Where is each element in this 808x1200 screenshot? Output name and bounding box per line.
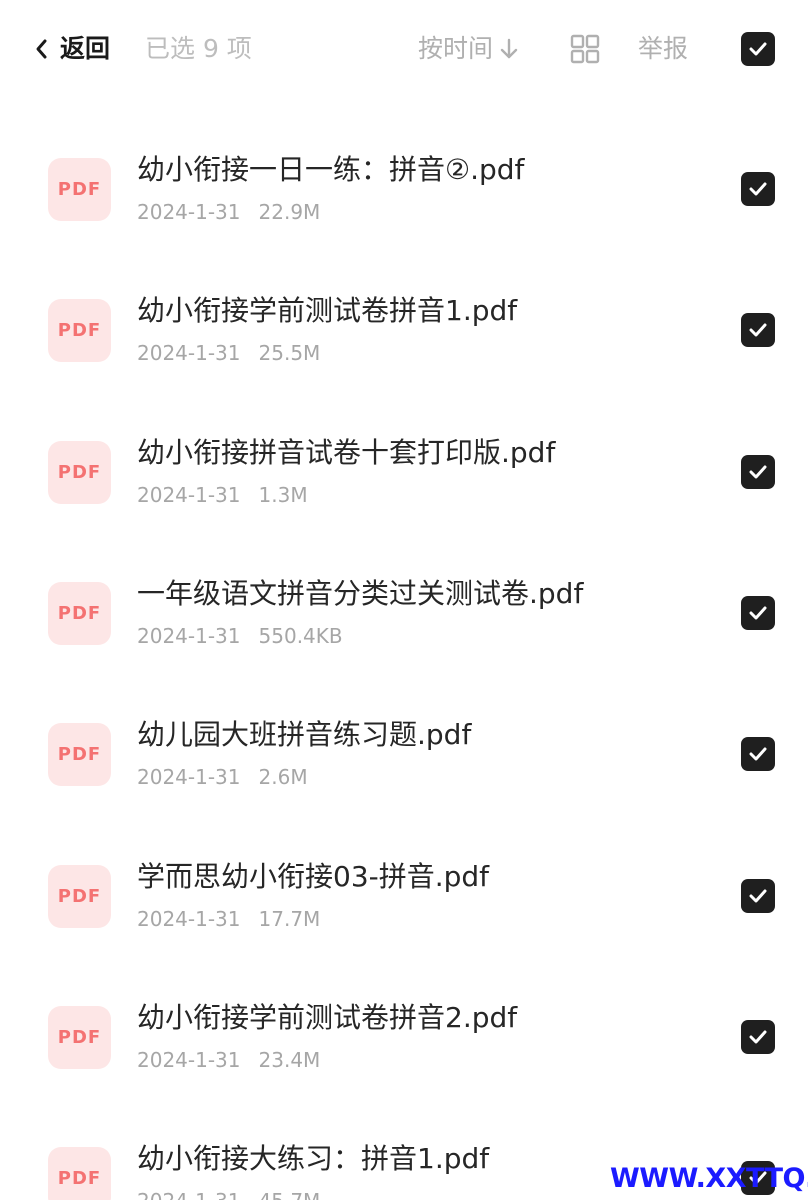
file-row[interactable]: PDF 学而思幼小衔接03-拼音.pdf 2024-1-31 17.7M	[0, 827, 808, 968]
file-name: 幼小衔接一日一练：拼音②.pdf	[137, 153, 525, 186]
pdf-icon-label: PDF	[57, 602, 102, 624]
file-date: 2024-1-31	[137, 482, 241, 507]
file-size: 550.4KB	[258, 623, 343, 648]
watermark-text: WWW.XXTTQ.COM	[610, 1163, 808, 1194]
checkmark-icon	[749, 747, 767, 761]
pdf-icon: PDF	[48, 581, 111, 645]
pdf-icon: PDF	[48, 440, 111, 504]
pdf-icon-label: PDF	[57, 461, 102, 483]
grid-view-icon[interactable]	[570, 34, 600, 64]
file-date: 2024-1-31	[137, 1189, 241, 1200]
file-meta: 2024-1-31 23.4M	[137, 1047, 320, 1073]
arrow-down-icon	[500, 38, 518, 59]
back-button[interactable]: 返回	[34, 30, 110, 68]
back-label: 返回	[60, 34, 111, 63]
report-button[interactable]: 举报	[638, 30, 688, 68]
sort-by-time-button[interactable]: 按时间	[418, 30, 519, 68]
file-date: 2024-1-31	[137, 906, 241, 931]
pdf-icon-label: PDF	[57, 744, 102, 766]
file-row[interactable]: PDF 一年级语文拼音分类过关测试卷.pdf 2024-1-31 550.4KB	[0, 544, 808, 685]
checkmark-icon	[749, 182, 767, 196]
pdf-icon-label: PDF	[57, 1168, 102, 1190]
file-row[interactable]: PDF 幼小衔接学前测试卷拼音2.pdf 2024-1-31 23.4M	[0, 968, 808, 1109]
file-date: 2024-1-31	[137, 341, 241, 366]
checkmark-icon	[749, 42, 767, 56]
file-date: 2024-1-31	[137, 623, 241, 648]
file-row[interactable]: PDF 幼小衔接学前测试卷拼音1.pdf 2024-1-31 25.5M	[0, 261, 808, 402]
file-name: 幼小衔接大练习：拼音1.pdf	[137, 1142, 490, 1176]
top-bar: 返回 已选 9 项 按时间 举报	[0, 0, 808, 98]
pdf-icon-label: PDF	[57, 320, 102, 342]
pdf-icon: PDF	[48, 723, 111, 787]
file-meta: 2024-1-31 22.9M	[137, 199, 320, 225]
checkmark-icon	[749, 465, 767, 479]
file-select-page: 返回 已选 9 项 按时间 举报 PDF 幼小衔接一日一练：拼音②.pdf 2024…	[0, 0, 808, 1200]
file-size: 23.4M	[258, 1047, 321, 1072]
pdf-icon: PDF	[48, 1147, 111, 1200]
file-name: 幼小衔接学前测试卷拼音1.pdf	[137, 294, 518, 328]
file-name: 一年级语文拼音分类过关测试卷.pdf	[137, 576, 584, 610]
file-checkbox[interactable]	[741, 313, 775, 348]
file-date: 2024-1-31	[137, 765, 241, 790]
file-size: 25.5M	[258, 341, 321, 366]
file-name: 幼儿园大班拼音练习题.pdf	[137, 718, 472, 752]
file-name: 幼小衔接拼音试卷十套打印版.pdf	[137, 435, 556, 469]
file-size: 45.7M	[259, 1189, 321, 1200]
pdf-icon: PDF	[48, 1005, 111, 1069]
pdf-icon-label: PDF	[57, 885, 102, 907]
pdf-icon: PDF	[48, 158, 111, 221]
file-checkbox[interactable]	[741, 737, 775, 772]
pdf-icon-label: PDF	[57, 179, 102, 200]
file-meta: 2024-1-31 25.5M	[137, 340, 320, 366]
file-meta: 2024-1-31 1.3M	[137, 482, 308, 508]
file-meta: 2024-1-31 45.7M	[137, 1188, 320, 1200]
file-checkbox[interactable]	[741, 1019, 775, 1054]
chevron-left-icon	[36, 39, 47, 59]
checkmark-icon	[749, 606, 767, 620]
file-meta: 2024-1-31 2.6M	[137, 764, 308, 790]
file-row[interactable]: PDF 幼小衔接一日一练：拼音②.pdf 2024-1-31 22.9M	[0, 120, 808, 261]
checkmark-icon	[749, 889, 767, 902]
file-size: 17.7M	[258, 906, 321, 931]
file-date: 2024-1-31	[137, 1047, 241, 1072]
file-size: 2.6M	[258, 765, 308, 790]
file-checkbox[interactable]	[741, 878, 775, 913]
pdf-icon: PDF	[48, 299, 111, 363]
sort-label: 按时间	[418, 34, 494, 63]
file-checkbox[interactable]	[741, 595, 775, 630]
checkmark-icon	[749, 1030, 767, 1044]
file-row[interactable]: PDF 幼小衔接拼音试卷十套打印版.pdf 2024-1-31 1.3M	[0, 403, 808, 544]
file-name: 学而思幼小衔接03-拼音.pdf	[137, 859, 490, 893]
file-meta: 2024-1-31 550.4KB	[137, 623, 343, 649]
file-name: 幼小衔接学前测试卷拼音2.pdf	[137, 1000, 518, 1034]
pdf-icon: PDF	[48, 864, 111, 928]
checkmark-icon	[749, 323, 767, 337]
file-checkbox[interactable]	[741, 172, 775, 206]
file-checkbox[interactable]	[741, 454, 775, 489]
file-meta: 2024-1-31 17.7M	[137, 906, 320, 932]
pdf-icon-label: PDF	[57, 1026, 102, 1048]
file-date: 2024-1-31	[137, 200, 241, 224]
select-all-checkbox[interactable]	[741, 32, 775, 66]
file-size: 1.3M	[258, 482, 308, 507]
file-row[interactable]: PDF 幼儿园大班拼音练习题.pdf 2024-1-31 2.6M	[0, 685, 808, 826]
selected-count: 已选 9 项	[145, 34, 252, 63]
file-size: 22.9M	[258, 200, 321, 224]
